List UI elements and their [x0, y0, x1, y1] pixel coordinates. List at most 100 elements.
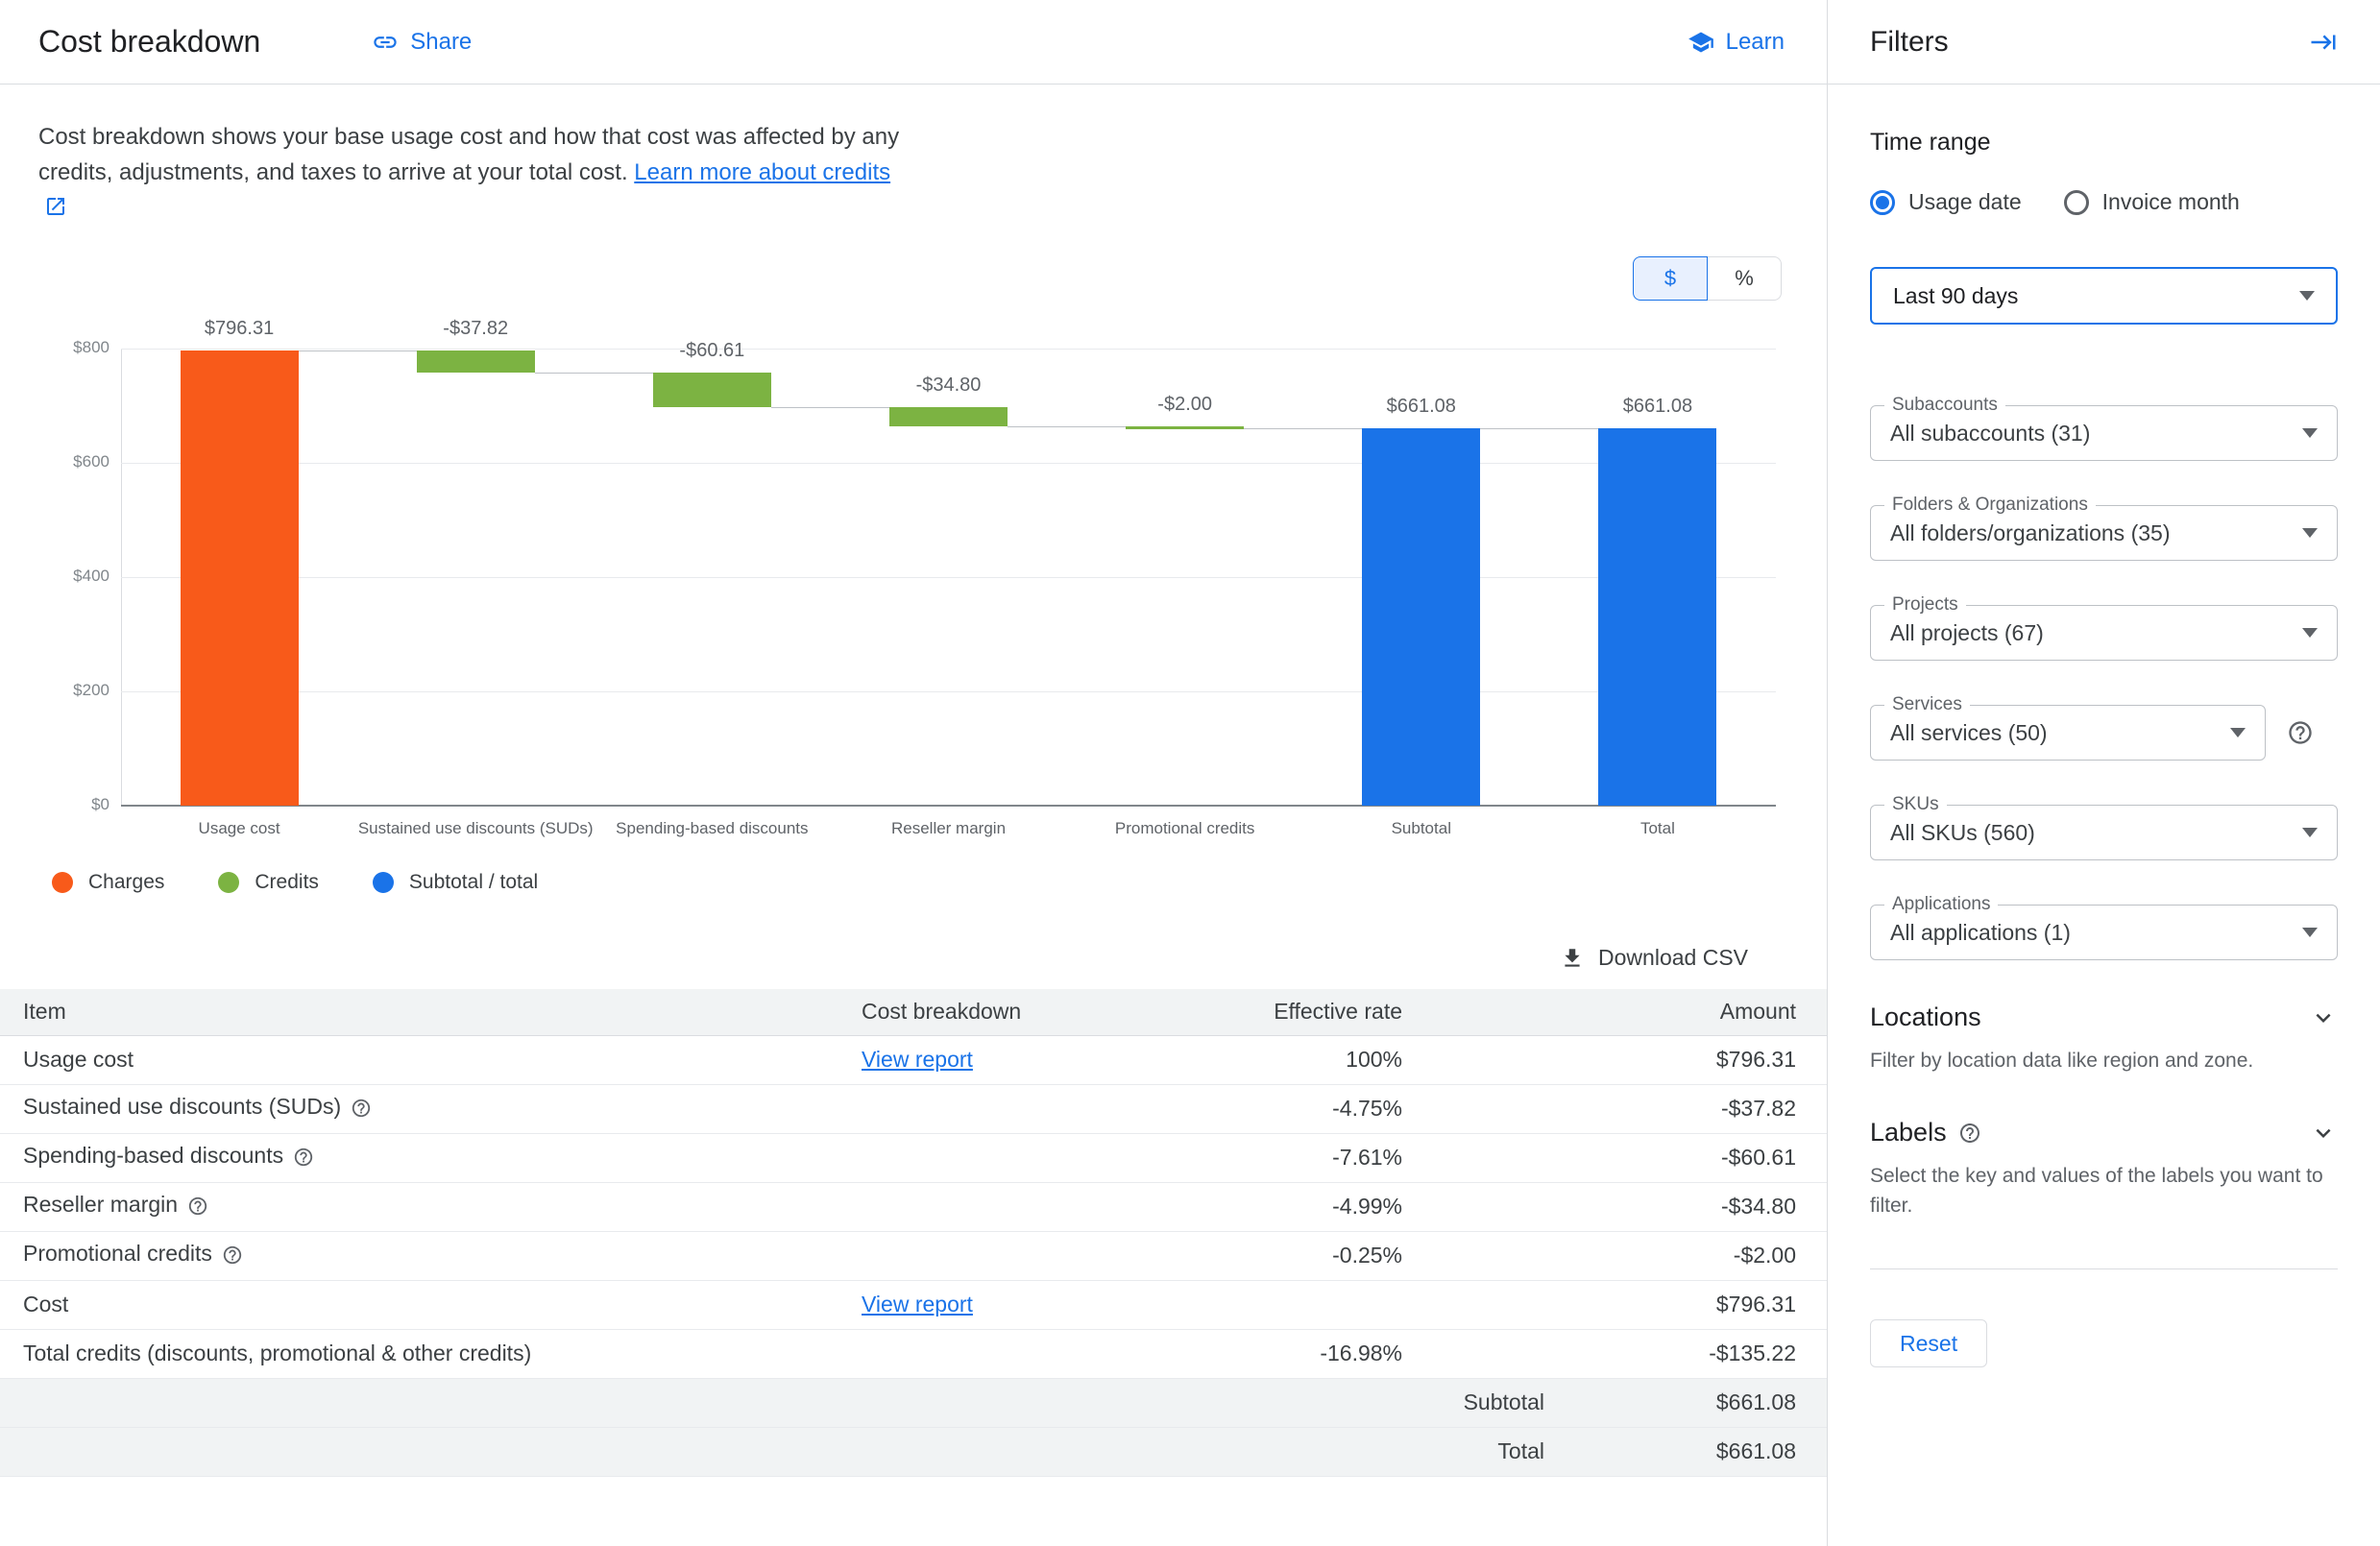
subtotal-amount: $661.08 — [1544, 1378, 1827, 1427]
services-help-icon[interactable] — [2287, 719, 2314, 746]
chart-bar-4[interactable] — [889, 407, 1008, 427]
column-header-cost-breakdown: Cost breakdown — [861, 989, 1226, 1035]
bar-value-label: $661.08 — [1623, 396, 1692, 418]
chart-bar-3[interactable] — [653, 373, 771, 407]
table-row: Promotional credits -0.25% -$2.00 — [0, 1231, 1827, 1280]
grid-line — [121, 691, 1776, 692]
collapse-panel-icon[interactable] — [2309, 28, 2338, 57]
radio-icon — [1870, 190, 1895, 215]
reset-button[interactable]: Reset — [1870, 1319, 1987, 1367]
table-row: Cost View report $796.31 — [0, 1280, 1827, 1329]
filter-field-skus: SKUs All SKUs (560) — [1870, 805, 2338, 860]
percent-toggle-button[interactable]: % — [1707, 256, 1782, 301]
item-label: Total credits (discounts, promotional & … — [23, 1341, 531, 1365]
item-label: Cost — [23, 1292, 68, 1317]
radio-label: Invoice month — [2102, 189, 2240, 215]
locations-section-toggle[interactable]: Locations — [1870, 1002, 2338, 1032]
waterfall-connector — [771, 407, 889, 408]
chart-bar-7[interactable] — [1598, 428, 1716, 806]
total-label: Total — [1226, 1427, 1544, 1476]
legend-label: Charges — [88, 871, 164, 894]
subaccounts-dropdown[interactable]: Subaccounts All subaccounts (31) — [1870, 405, 2338, 461]
amount-value: -$60.61 — [1544, 1133, 1827, 1182]
chart-bar-1[interactable] — [181, 350, 299, 806]
field-label: Subaccounts — [1884, 395, 2005, 416]
divider — [1870, 1268, 2338, 1269]
labels-heading: Labels — [1870, 1118, 1947, 1147]
column-header-amount: Amount — [1544, 989, 1827, 1035]
filter-field-services: Services All services (50) — [1870, 705, 2338, 761]
chevron-down-icon — [2309, 1119, 2338, 1147]
folders-dropdown[interactable]: Folders & Organizations All folders/orga… — [1870, 505, 2338, 561]
legend-label: Credits — [255, 871, 319, 894]
waterfall-connector — [535, 373, 653, 374]
chart-bar-2[interactable] — [417, 350, 535, 373]
column-header-effective-rate: Effective rate — [1226, 989, 1544, 1035]
filter-field-subaccounts: Subaccounts All subaccounts (31) — [1870, 405, 2338, 461]
item-label: Usage cost — [23, 1047, 134, 1072]
dropdown-caret-icon — [2302, 528, 2318, 538]
radio-icon — [2064, 190, 2089, 215]
bar-value-label: $796.31 — [205, 318, 274, 340]
total-amount: $661.08 — [1544, 1427, 1827, 1476]
time-range-select[interactable]: Last 90 days — [1870, 267, 2338, 325]
field-value: All projects (67) — [1890, 620, 2044, 646]
locations-description: Filter by location data like region and … — [1870, 1046, 2338, 1075]
y-tick-label: $0 — [13, 795, 109, 814]
x-tick-label: Total — [1640, 819, 1675, 838]
field-label: SKUs — [1884, 794, 1947, 815]
grid-line — [121, 349, 1776, 350]
download-csv-button[interactable]: Download CSV — [1554, 944, 1754, 972]
dollar-toggle-button[interactable]: $ — [1633, 256, 1708, 301]
help-icon[interactable] — [351, 1098, 372, 1124]
services-dropdown[interactable]: Services All services (50) — [1870, 705, 2266, 761]
filter-field-projects: Projects All projects (67) — [1870, 605, 2338, 661]
field-label: Services — [1884, 694, 1970, 715]
locations-heading: Locations — [1870, 1002, 1981, 1032]
filter-field-folders: Folders & Organizations All folders/orga… — [1870, 505, 2338, 561]
time-range-heading: Time range — [1870, 129, 2338, 157]
item-label: Sustained use discounts (SUDs) — [23, 1094, 341, 1119]
unit-toggle: $ % — [0, 256, 1827, 301]
waterfall-connector — [1480, 428, 1598, 429]
learn-button[interactable]: Learn — [1688, 29, 1785, 56]
download-csv-label: Download CSV — [1598, 945, 1748, 971]
field-value: All folders/organizations (35) — [1890, 520, 2170, 546]
table-row: Usage cost View report 100% $796.31 — [0, 1035, 1827, 1084]
x-tick-label: Reseller margin — [891, 819, 1006, 838]
table-row: Total credits (discounts, promotional & … — [0, 1329, 1827, 1378]
skus-dropdown[interactable]: SKUs All SKUs (560) — [1870, 805, 2338, 860]
link-icon — [372, 29, 399, 56]
view-report-link[interactable]: View report — [862, 1047, 973, 1072]
effective-rate-value: -4.75% — [1226, 1084, 1544, 1133]
applications-dropdown[interactable]: Applications All applications (1) — [1870, 905, 2338, 960]
field-value: All applications (1) — [1890, 920, 2071, 946]
help-icon[interactable] — [293, 1147, 314, 1173]
help-icon[interactable] — [222, 1244, 243, 1271]
time-range-radio-group: Usage date Invoice month — [1870, 189, 2338, 215]
radio-invoice-month[interactable]: Invoice month — [2064, 189, 2240, 215]
page-title: Cost breakdown — [38, 24, 260, 60]
share-button[interactable]: Share — [372, 29, 472, 56]
item-label: Spending-based discounts — [23, 1143, 283, 1168]
projects-dropdown[interactable]: Projects All projects (67) — [1870, 605, 2338, 661]
help-icon[interactable] — [187, 1196, 208, 1222]
view-report-link[interactable]: View report — [862, 1292, 973, 1317]
field-label: Applications — [1884, 894, 1998, 915]
labels-help-icon[interactable] — [1958, 1122, 1981, 1145]
filters-panel: Filters Time range Usage date Invoice mo… — [1827, 0, 2380, 1546]
amount-value: -$37.82 — [1544, 1084, 1827, 1133]
chart-bar-6[interactable] — [1362, 428, 1480, 806]
description: Cost breakdown shows your base usage cos… — [0, 85, 951, 226]
table-row: Spending-based discounts -7.61% -$60.61 — [0, 1133, 1827, 1182]
chart-bar-5[interactable] — [1126, 426, 1244, 429]
dropdown-caret-icon — [2299, 291, 2315, 301]
filters-title: Filters — [1870, 26, 1949, 59]
field-value: All subaccounts (31) — [1890, 421, 2090, 447]
dropdown-caret-icon — [2302, 428, 2318, 438]
radio-usage-date[interactable]: Usage date — [1870, 189, 2022, 215]
waterfall-connector — [1008, 426, 1126, 427]
dropdown-caret-icon — [2302, 828, 2318, 837]
labels-section-toggle[interactable]: Labels — [1870, 1118, 2338, 1147]
table-header-row: Item Cost breakdown Effective rate Amoun… — [0, 989, 1827, 1035]
